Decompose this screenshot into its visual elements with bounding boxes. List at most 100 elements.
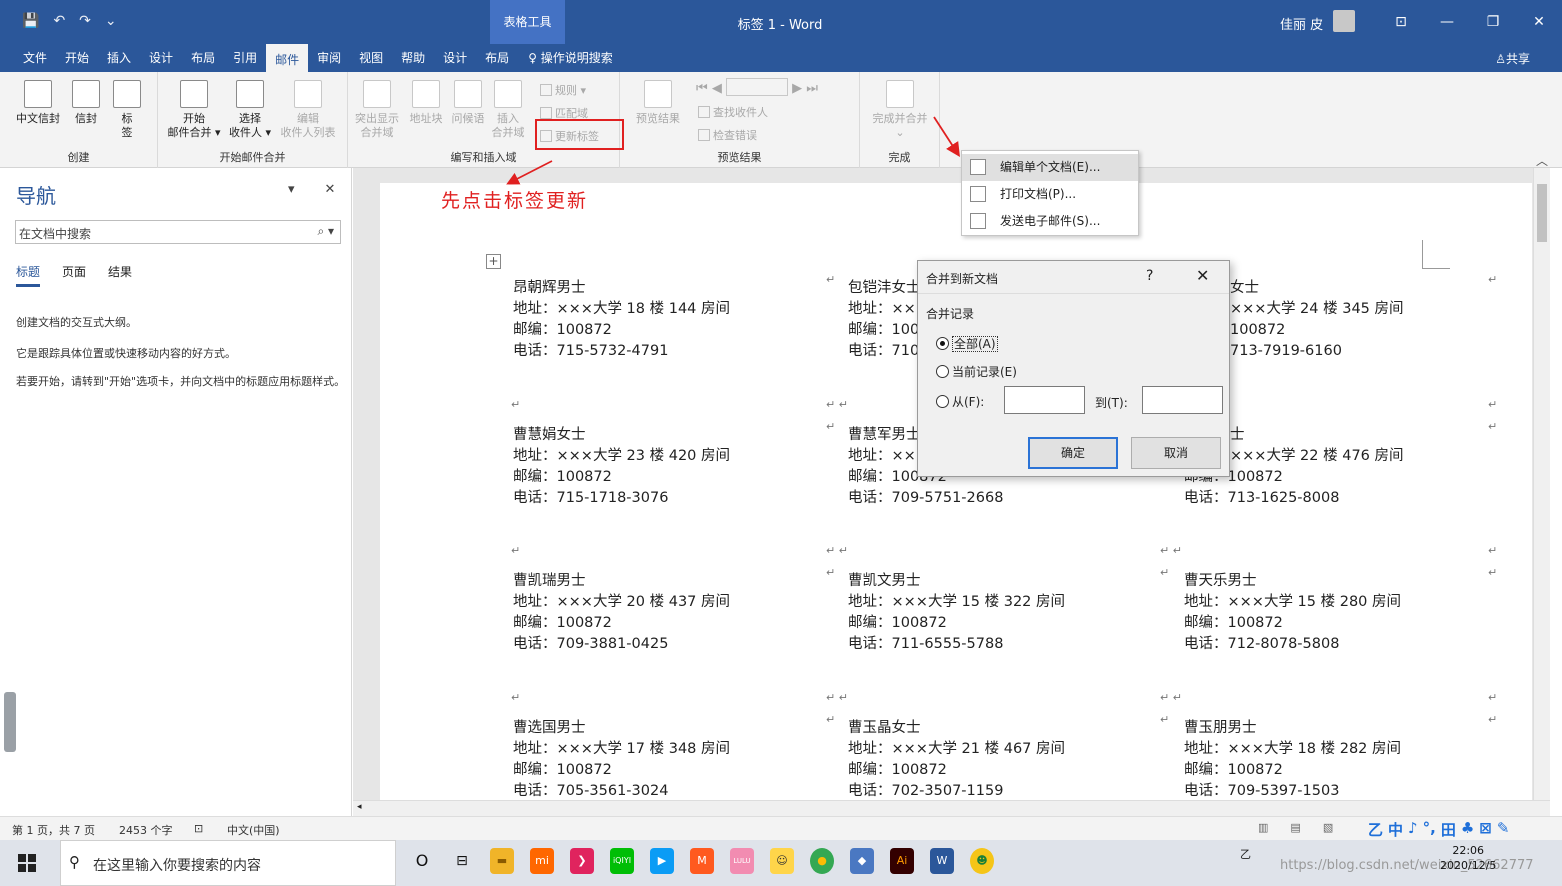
- ime-chinese-mode[interactable]: 中: [1388, 819, 1403, 840]
- share-button[interactable]: ♙共享: [1495, 50, 1530, 67]
- label-cell[interactable]: 曹慧娟女士 地址：×××大学 23 楼 420 房间 邮编：100872 电话：715…: [513, 425, 730, 509]
- ime-punctuation-icon[interactable]: °,: [1423, 819, 1436, 840]
- nav-options-icon[interactable]: ▾: [288, 182, 295, 197]
- customize-qat-icon[interactable]: ⌄: [105, 13, 117, 29]
- ime-logo-icon[interactable]: 乙: [1368, 819, 1383, 840]
- label-cell[interactable]: 曹玉朋男士 地址：×××大学 18 楼 282 房间 邮编：100872 电话：709…: [1184, 718, 1401, 802]
- user-name[interactable]: 佳丽 皮: [1280, 14, 1323, 33]
- nav-tab-pages[interactable]: 页面: [62, 263, 86, 287]
- save-icon[interactable]: 💾: [22, 13, 39, 29]
- radio-all[interactable]: 全部(A): [936, 335, 998, 352]
- labels-button[interactable]: 标签: [112, 80, 142, 140]
- table-move-handle-icon[interactable]: +: [486, 254, 501, 269]
- windows-start-icon[interactable]: [18, 854, 36, 872]
- check-errors-button[interactable]: 检查错误: [698, 127, 757, 143]
- language[interactable]: 中文(中国): [227, 822, 280, 838]
- tab-help[interactable]: 帮助: [392, 44, 434, 72]
- label-cell[interactable]: 包铠沣女士 地址：×× 邮编：100 电话：710: [848, 278, 921, 362]
- search-icon[interactable]: ⌕ ▾: [317, 224, 334, 239]
- record-navigation[interactable]: ⏮ ◀ ▶ ⏭: [696, 78, 818, 96]
- close-icon[interactable]: ✕: [1196, 266, 1209, 285]
- video-player-icon[interactable]: ▶: [650, 848, 674, 874]
- scroll-thumb[interactable]: [1537, 184, 1547, 242]
- file-explorer-icon[interactable]: ▬: [490, 848, 514, 874]
- close-button[interactable]: ✕: [1516, 0, 1562, 44]
- tab-insert[interactable]: 插入: [98, 44, 140, 72]
- menu-print-documents[interactable]: 打印文档(P)...: [962, 181, 1138, 208]
- tab-references[interactable]: 引用: [224, 44, 266, 72]
- print-layout-icon[interactable]: ▤: [1290, 821, 1300, 834]
- app-diamond-icon[interactable]: ◆: [850, 848, 874, 874]
- task-view-icon[interactable]: ⊟: [450, 848, 474, 874]
- select-recipients-button[interactable]: 选择 收件人 ▾: [222, 80, 278, 140]
- chrome-icon[interactable]: ●: [810, 848, 834, 874]
- web-layout-icon[interactable]: ▧: [1323, 821, 1333, 834]
- minimize-button[interactable]: —: [1424, 0, 1470, 44]
- scroll-left-icon[interactable]: ◂: [357, 802, 362, 812]
- radio-from[interactable]: 从(F):: [936, 393, 984, 410]
- label-cell[interactable]: 曹玉晶女士 地址：×××大学 21 楼 467 房间 邮编：100872 电话：702…: [848, 718, 1065, 802]
- tab-design[interactable]: 设计: [140, 44, 182, 72]
- ok-button[interactable]: 确定: [1028, 437, 1118, 469]
- cancel-button[interactable]: 取消: [1131, 437, 1221, 469]
- nav-tab-headings[interactable]: 标题: [16, 263, 41, 287]
- taskbar-search-input[interactable]: ⚲ 在这里输入你要搜索的内容: [60, 840, 396, 886]
- from-field[interactable]: [1004, 386, 1085, 414]
- to-field[interactable]: [1142, 386, 1223, 414]
- label-cell[interactable]: 曹天乐男士 地址：×××大学 15 楼 280 房间 邮编：100872 电话：712…: [1184, 571, 1401, 655]
- label-cell[interactable]: 昂朝辉男士 地址：×××大学 18 楼 144 房间 邮编：100872 电话：715…: [513, 278, 730, 362]
- lulu-icon[interactable]: LULU: [730, 848, 754, 874]
- horizontal-scrollbar[interactable]: ◂: [353, 800, 1550, 816]
- read-mode-icon[interactable]: ▥: [1258, 821, 1268, 834]
- chinese-envelope-button[interactable]: 中文信封: [12, 80, 64, 126]
- word-count[interactable]: 2453 个字: [119, 822, 173, 838]
- ime-skin-icon[interactable]: ⊠: [1479, 819, 1492, 840]
- pane-grip[interactable]: [4, 692, 16, 752]
- tab-layout[interactable]: 布局: [182, 44, 224, 72]
- greeting-line-button[interactable]: 问候语: [448, 80, 488, 126]
- proofing-icon[interactable]: ⊡: [194, 822, 203, 835]
- label-cell[interactable]: 曹选国男士 地址：×××大学 17 楼 348 房间 邮编：100872 电话：705…: [513, 718, 730, 802]
- edit-recipient-list-button[interactable]: 编辑 收件人列表: [276, 80, 340, 140]
- nav-search-input[interactable]: 在文档中搜索 ⌕ ▾: [15, 220, 341, 244]
- ime-user-icon[interactable]: ♣: [1461, 819, 1474, 840]
- clock[interactable]: 22:06 2020/12/5: [1440, 843, 1496, 873]
- close-icon[interactable]: ✕: [325, 182, 336, 197]
- undo-icon[interactable]: ↶: [53, 13, 65, 29]
- app-ball-icon[interactable]: ☻: [970, 848, 994, 874]
- tell-me-search[interactable]: ♀ 操作说明搜索: [518, 44, 622, 72]
- insert-merge-field-button[interactable]: 插入 合并域: [490, 80, 526, 140]
- game-app-icon[interactable]: ☺: [770, 848, 794, 874]
- tab-mailings[interactable]: 邮件: [266, 44, 309, 72]
- page-count[interactable]: 第 1 页，共 7 页: [12, 822, 95, 838]
- cortana-icon[interactable]: O: [410, 848, 434, 874]
- rules-button[interactable]: 规则 ▾: [540, 82, 586, 98]
- vertical-scrollbar[interactable]: [1533, 168, 1550, 800]
- finish-merge-button[interactable]: 完成并合并 ⌄: [866, 80, 934, 140]
- mi-app-icon[interactable]: mi: [530, 848, 554, 874]
- find-recipient-button[interactable]: 查找收件人: [698, 104, 768, 120]
- ime-tools-icon[interactable]: ✎: [1497, 819, 1510, 840]
- redo-icon[interactable]: ↷: [79, 13, 91, 29]
- menu-edit-individual-documents[interactable]: 编辑单个文档(E)...: [962, 154, 1138, 181]
- help-icon[interactable]: ?: [1146, 268, 1153, 284]
- address-block-button[interactable]: 地址块: [406, 80, 446, 126]
- ime-keyboard-icon[interactable]: 田: [1441, 819, 1456, 840]
- label-cell[interactable]: 女士 ×××大学 24 楼 345 房间 100872 713-7919-6160: [1230, 278, 1404, 362]
- restore-button[interactable]: ❐: [1470, 0, 1516, 44]
- mango-tv-icon[interactable]: M: [690, 848, 714, 874]
- tab-home[interactable]: 开始: [56, 44, 98, 72]
- nav-tab-results[interactable]: 结果: [108, 263, 132, 287]
- ime-tray-icon[interactable]: 乙: [1240, 848, 1251, 861]
- start-mail-merge-button[interactable]: 开始 邮件合并 ▾: [164, 80, 224, 140]
- highlight-merge-fields-button[interactable]: 突出显示 合并域: [352, 80, 402, 140]
- collapse-ribbon-icon[interactable]: ︿: [1536, 152, 1548, 169]
- ribbon-display-options-icon[interactable]: ⊡: [1378, 0, 1424, 44]
- tab-file[interactable]: 文件: [14, 44, 56, 72]
- radio-current-record[interactable]: 当前记录(E): [936, 363, 1017, 380]
- iqiyi-icon[interactable]: iQIYI: [610, 848, 634, 874]
- menu-send-email[interactable]: 发送电子邮件(S)...: [962, 208, 1138, 235]
- preview-results-button[interactable]: 预览结果: [630, 80, 686, 126]
- illustrator-icon[interactable]: Ai: [890, 848, 914, 874]
- label-cell[interactable]: 曹凯文男士 地址：×××大学 15 楼 322 房间 邮编：100872 电话：711…: [848, 571, 1065, 655]
